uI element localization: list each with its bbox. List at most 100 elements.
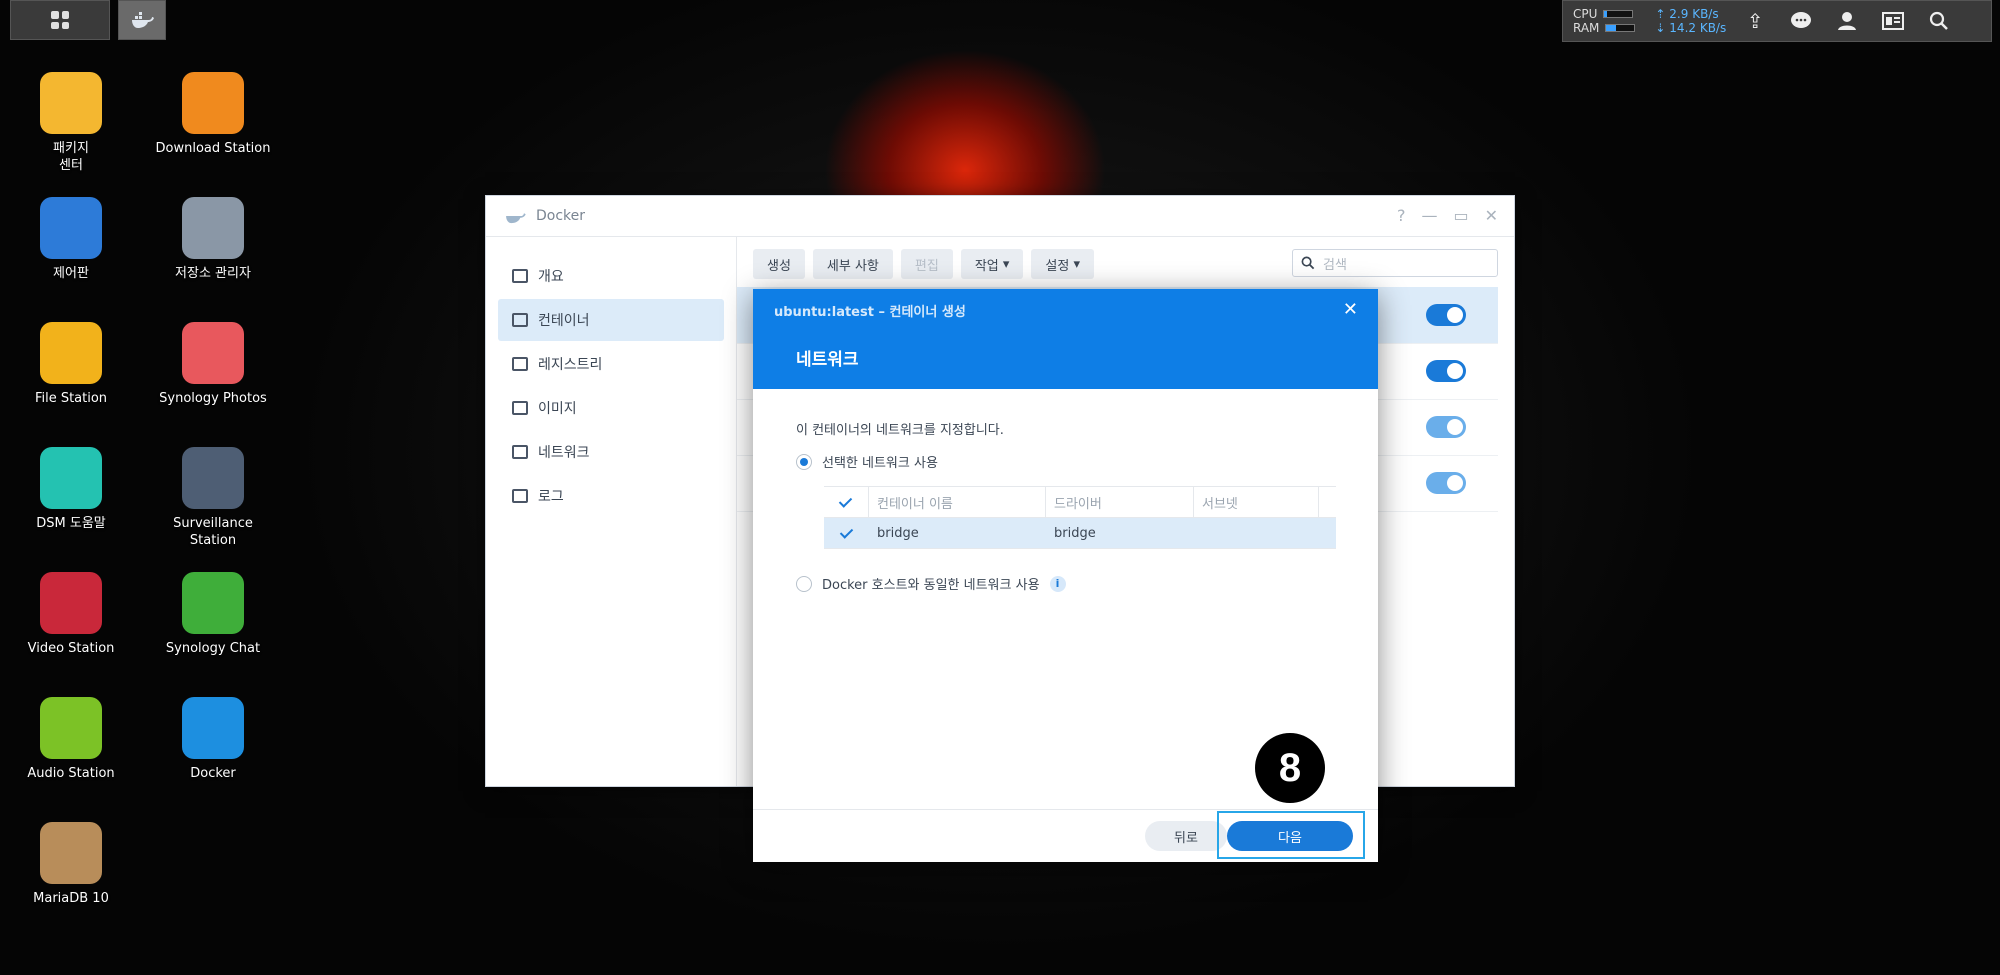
overview-icon	[512, 269, 528, 283]
search-icon[interactable]	[1922, 4, 1956, 38]
docker-icon	[182, 697, 244, 759]
desktop-app-label: Audio Station	[27, 766, 115, 781]
option-host-network[interactable]: Docker 호스트와 동일한 네트워크 사용 i	[796, 574, 1066, 593]
docker-sidebar: 개요컨테이너레지스트리이미지네트워크 로그	[486, 237, 737, 786]
close-icon[interactable]: ✕	[1485, 206, 1498, 225]
window-titlebar[interactable]: Docker	[486, 196, 1514, 237]
desktop-app-synology-chat[interactable]: Synology Chat	[148, 572, 278, 657]
help-icon[interactable]: ?	[1397, 206, 1406, 225]
chat-icon[interactable]	[1784, 4, 1818, 38]
search-input[interactable]: 검색	[1292, 249, 1498, 277]
cpu-label: CPU	[1573, 7, 1598, 21]
close-icon[interactable]: ✕	[1343, 299, 1358, 320]
next-button-highlight	[1217, 811, 1365, 859]
user-icon[interactable]	[1830, 4, 1864, 38]
option-selected-label: 선택한 네트워크 사용	[822, 456, 938, 471]
network-table: 컨테이너 이름 드라이버 서브넷 bridge bridge	[824, 486, 1336, 549]
desktop-app-synology-photos[interactable]: Synology Photos	[148, 322, 278, 407]
video-station-icon	[40, 572, 102, 634]
desktop-app-download-station[interactable]: Download Station	[148, 72, 278, 157]
table-row[interactable]: bridge bridge	[824, 518, 1336, 549]
desktop-app-docker[interactable]: Docker	[148, 697, 278, 782]
cpu-bar	[1603, 10, 1634, 18]
sidebar-item-container[interactable]: 컨테이너	[498, 299, 724, 341]
ram-bar	[1605, 24, 1636, 32]
caret-down-icon: ▾	[1002, 256, 1010, 272]
toolbar: 생성 세부 사항 편집 작업 ▾ 설정 ▾	[753, 249, 1095, 279]
container-toggle[interactable]	[1426, 360, 1466, 382]
sidebar-item-label: 컨테이너	[538, 313, 590, 329]
header-subnet[interactable]: 서브넷	[1194, 487, 1319, 517]
resource-monitor[interactable]: CPU RAM	[1573, 7, 1636, 35]
option-selected-network[interactable]: 선택한 네트워크 사용	[796, 452, 938, 471]
container-toggle[interactable]	[1426, 472, 1466, 494]
desktop-app-file-station[interactable]: File Station	[6, 322, 136, 407]
desktop-app-video-station[interactable]: Video Station	[6, 572, 136, 657]
settings-label: 설정	[1045, 258, 1070, 274]
control-panel-icon	[40, 197, 102, 259]
minimize-icon[interactable]: —	[1421, 206, 1437, 225]
desktop-app-label: 저장소 관리자	[175, 266, 251, 281]
registry-icon	[512, 357, 528, 371]
step-marker: 8	[1255, 733, 1325, 803]
main-menu-button[interactable]	[10, 0, 110, 40]
cell-driver: bridge	[1054, 525, 1096, 541]
grid-icon	[51, 11, 69, 29]
desktop-app-audio-station[interactable]: Audio Station	[6, 697, 136, 782]
header-driver[interactable]: 드라이버	[1046, 487, 1194, 517]
widgets-icon[interactable]	[1876, 4, 1910, 38]
sidebar-item-overview[interactable]: 개요	[498, 255, 724, 297]
details-button[interactable]: 세부 사항	[812, 249, 893, 279]
upload-speed: 2.9 KB/s	[1669, 7, 1719, 21]
desktop-app-mariadb[interactable]: MariaDB 10	[6, 822, 136, 907]
desktop-app-label: Docker	[190, 766, 236, 781]
desktop-app-storage-manager[interactable]: 저장소 관리자	[148, 197, 278, 282]
sidebar-item-image[interactable]: 이미지	[498, 387, 724, 429]
cell-subnet	[1194, 518, 1319, 548]
docker-icon	[132, 12, 154, 28]
desktop-app-label: MariaDB 10	[33, 891, 109, 906]
row-checkbox[interactable]	[824, 518, 869, 548]
create-button[interactable]: 생성	[753, 249, 805, 279]
info-icon[interactable]: i	[1049, 575, 1066, 592]
cell-container-name: bridge	[877, 525, 919, 541]
network-speed: ⇡ 2.9 KB/s ⇣ 14.2 KB/s	[1655, 7, 1727, 35]
action-dropdown[interactable]: 작업 ▾	[960, 249, 1024, 279]
window-controls: ? — ▭ ✕	[1397, 206, 1498, 225]
taskbar-docker-button[interactable]	[118, 0, 166, 40]
mariadb-icon	[40, 822, 102, 884]
sidebar-item-log[interactable]: 로그	[498, 475, 724, 517]
taskbar-left	[10, 0, 166, 42]
desktop-app-label: 제어판	[53, 266, 89, 281]
sidebar-item-label: 이미지	[538, 401, 577, 417]
dialog-subtitle: ubuntu:latest – 컨테이너 생성	[774, 305, 966, 320]
select-all-checkbox[interactable]	[824, 487, 869, 517]
sidebar-item-registry[interactable]: 레지스트리	[498, 343, 724, 385]
radio-host-network[interactable]	[796, 575, 812, 592]
synology-photos-icon	[182, 322, 244, 384]
desktop-app-package-center[interactable]: 패키지 센터	[6, 72, 136, 174]
radio-selected-network[interactable]	[796, 453, 812, 470]
desktop-app-label: 패키지 센터	[53, 141, 89, 173]
storage-manager-icon	[182, 197, 244, 259]
header-container-name[interactable]: 컨테이너 이름	[869, 487, 1046, 517]
sidebar-item-network[interactable]: 네트워크	[498, 431, 724, 473]
package-center-icon	[40, 72, 102, 134]
network-icon	[512, 445, 528, 459]
surveillance-station-icon	[182, 447, 244, 509]
desktop-app-control-panel[interactable]: 제어판	[6, 197, 136, 282]
option-host-label: Docker 호스트와 동일한 네트워크 사용	[822, 578, 1040, 593]
settings-dropdown[interactable]: 설정 ▾	[1031, 249, 1095, 279]
maximize-icon[interactable]: ▭	[1453, 206, 1468, 225]
back-button[interactable]: 뒤로	[1145, 821, 1227, 851]
desktop-app-surveillance-station[interactable]: Surveillance Station	[148, 447, 278, 549]
sidebar-item-label: 개요	[538, 269, 564, 285]
log-icon	[512, 489, 528, 503]
container-toggle[interactable]	[1426, 416, 1466, 438]
desktop-app-label: Download Station	[155, 141, 271, 156]
upload-queue-icon[interactable]: ⇪	[1738, 4, 1772, 38]
desktop-app-dsm-help[interactable]: DSM 도움말	[6, 447, 136, 532]
container-toggle[interactable]	[1426, 304, 1466, 326]
download-station-icon	[182, 72, 244, 134]
edit-button[interactable]: 편집	[900, 249, 953, 279]
